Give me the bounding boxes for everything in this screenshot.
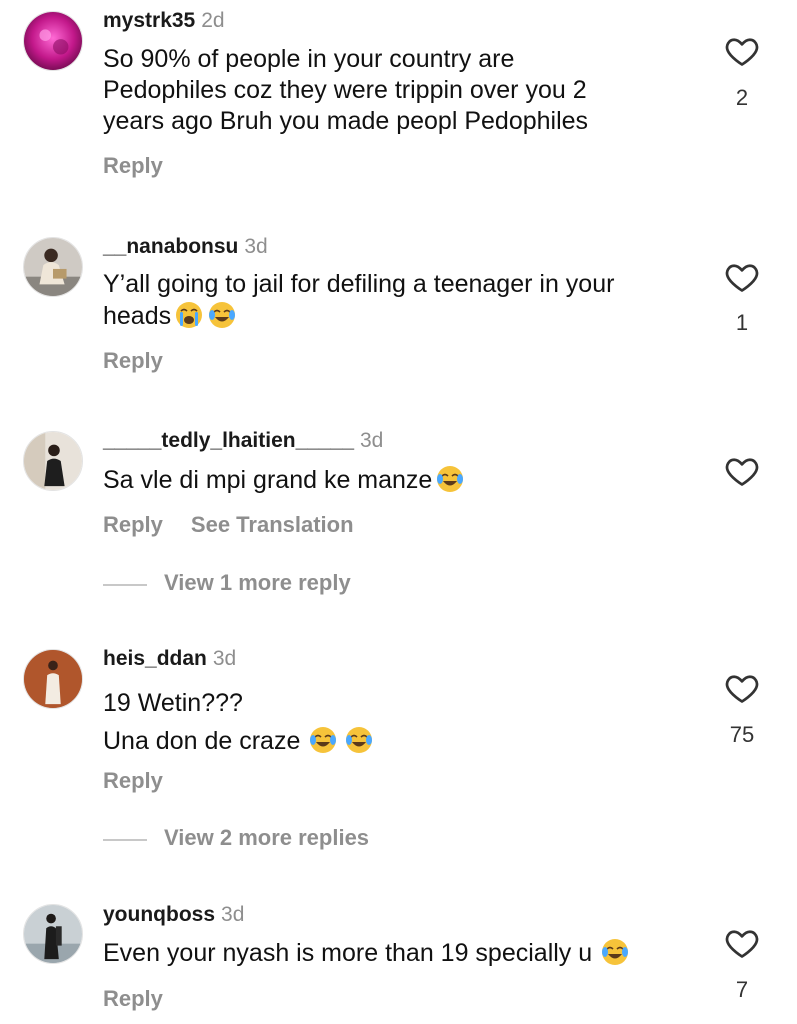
face-with-tears-of-joy-emoji xyxy=(435,464,465,494)
timestamp: 3d xyxy=(212,647,237,670)
like-button[interactable] xyxy=(723,670,761,706)
username[interactable]: mystrk35 xyxy=(103,9,195,32)
like-button[interactable] xyxy=(723,259,761,295)
comment-actions: Reply xyxy=(103,986,163,1012)
face-with-tears-of-joy-emoji xyxy=(600,937,630,967)
reply-button[interactable]: Reply xyxy=(103,512,163,537)
reply-button[interactable]: Reply xyxy=(103,986,163,1011)
comment-actions: Reply See Translation xyxy=(103,512,354,538)
avatar[interactable] xyxy=(23,649,83,709)
face-with-tears-of-joy-emoji xyxy=(207,300,237,330)
comment-text: 19 Wetin??? Una don de craze xyxy=(103,684,703,760)
comment-actions: Reply xyxy=(103,153,163,179)
like-button[interactable] xyxy=(723,453,761,489)
see-translation-button[interactable]: See Translation xyxy=(191,512,354,537)
comment-text-content: Even your nyash is more than 19 speciall… xyxy=(103,939,593,967)
like-count: 1 xyxy=(735,310,749,335)
username[interactable]: younqboss xyxy=(103,903,215,926)
comment-text: So 90% of people in your country are Ped… xyxy=(103,44,703,137)
heart-outline-icon xyxy=(723,453,761,489)
comment-text: Y’all going to jail for defiling a teena… xyxy=(103,269,703,332)
thread-line xyxy=(103,839,147,841)
comment-meta: heis_ddan 3d xyxy=(103,646,236,672)
timestamp: 3d xyxy=(360,429,384,452)
like-button[interactable] xyxy=(723,925,761,961)
avatar[interactable] xyxy=(23,11,83,71)
face-with-tears-of-joy-emoji xyxy=(308,725,338,755)
comment-text-content: Sa vle di mpi grand ke manze xyxy=(103,466,433,494)
heart-outline-icon xyxy=(723,259,761,295)
heart-outline-icon xyxy=(723,33,761,69)
like-count: 75 xyxy=(729,722,755,747)
comment-meta: __nanabonsu 3d xyxy=(103,234,268,260)
avatar[interactable] xyxy=(23,237,83,297)
comment-text-content: So 90% of people in your country are Ped… xyxy=(103,45,589,135)
heart-outline-icon xyxy=(723,670,761,706)
view-replies-button[interactable]: View 1 more reply xyxy=(164,570,351,596)
username[interactable]: _____tedly_lhaitien_____ xyxy=(103,429,354,452)
reply-button[interactable]: Reply xyxy=(103,348,163,373)
timestamp: 2d xyxy=(201,9,225,32)
username[interactable]: __nanabonsu xyxy=(103,235,238,258)
heart-outline-icon xyxy=(723,925,761,961)
view-replies-button[interactable]: View 2 more replies xyxy=(164,825,369,851)
comment-meta: _____tedly_lhaitien_____ 3d xyxy=(103,428,383,454)
comment-text: Even your nyash is more than 19 speciall… xyxy=(103,937,703,969)
comment-text: Sa vle di mpi grand ke manze xyxy=(103,464,703,496)
like-button[interactable] xyxy=(723,33,761,69)
username[interactable]: heis_ddan xyxy=(103,647,207,670)
comment-meta: younqboss 3d xyxy=(103,902,244,928)
comment-text-content: 19 Wetin??? Una don de craze xyxy=(103,689,301,755)
thread-line xyxy=(103,584,147,586)
comment-actions: Reply xyxy=(103,348,163,374)
timestamp: 3d xyxy=(221,903,245,926)
loudly-crying-face-emoji xyxy=(174,300,204,330)
comment-meta: mystrk35 2d xyxy=(103,8,225,34)
reply-button[interactable]: Reply xyxy=(103,153,163,178)
avatar[interactable] xyxy=(23,904,83,964)
like-count: 2 xyxy=(735,85,749,110)
avatar[interactable] xyxy=(23,431,83,491)
reply-button[interactable]: Reply xyxy=(103,768,163,793)
comment-actions: Reply xyxy=(103,768,163,794)
like-count: 7 xyxy=(735,977,749,1002)
face-with-tears-of-joy-emoji xyxy=(344,725,374,755)
timestamp: 3d xyxy=(244,235,268,258)
